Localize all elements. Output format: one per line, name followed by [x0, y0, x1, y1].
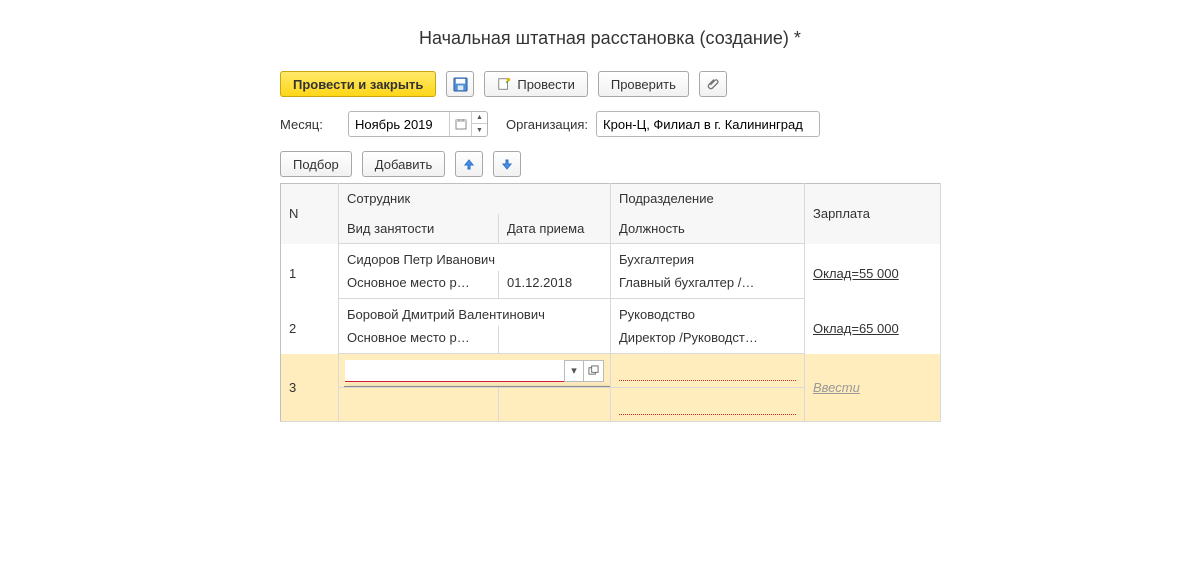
cell-position: Директор /Руководст…: [611, 326, 805, 354]
floppy-icon: [453, 77, 468, 92]
employee-table: N Сотрудник Подразделение Зарплата Вид з…: [280, 183, 941, 422]
employee-edit-cell[interactable]: ▾ Введите строку для поиска Нажмит: [345, 360, 604, 382]
arrow-up-icon: [463, 158, 475, 170]
pick-button[interactable]: Подбор: [280, 151, 352, 177]
cell-salary[interactable]: Оклад=55 000: [805, 244, 941, 299]
arrow-down-icon: [501, 158, 513, 170]
main-toolbar: Провести и закрыть Провести Проверить: [280, 71, 940, 97]
spinner-down-icon[interactable]: ▼: [472, 124, 487, 136]
month-field[interactable]: ▲ ▼: [348, 111, 488, 137]
add-button[interactable]: Добавить: [362, 151, 445, 177]
col-n[interactable]: N: [281, 184, 339, 244]
move-up-button[interactable]: [455, 151, 483, 177]
org-field[interactable]: [596, 111, 820, 137]
dropdown-toggle-button[interactable]: ▾: [564, 360, 584, 382]
cell-employment: Основное место р…: [339, 326, 499, 354]
cell-hire-date: [499, 326, 611, 354]
open-icon: [588, 365, 599, 376]
spinner-up-icon[interactable]: ▲: [472, 112, 487, 124]
org-input[interactable]: [597, 112, 819, 136]
month-label: Месяц:: [280, 117, 340, 132]
open-dialog-button[interactable]: [584, 360, 604, 382]
col-employee[interactable]: Сотрудник: [339, 184, 611, 214]
table-toolbar: Подбор Добавить: [280, 151, 940, 177]
cell-salary[interactable]: Оклад=65 000: [805, 299, 941, 354]
cell-position-edit[interactable]: [611, 388, 805, 422]
attach-button[interactable]: [699, 71, 727, 97]
cell-employee: Сидоров Петр Иванович: [339, 244, 611, 272]
cell-salary-edit[interactable]: Ввести: [805, 354, 941, 422]
cell-employee: Боровой Дмитрий Валентинович: [339, 299, 611, 327]
month-input[interactable]: [349, 112, 449, 136]
calendar-icon[interactable]: [449, 112, 471, 136]
post-button[interactable]: Провести: [484, 71, 588, 97]
col-salary[interactable]: Зарплата: [805, 184, 941, 244]
cell-department: Руководство: [611, 299, 805, 327]
post-icon: [497, 77, 511, 91]
page-title: Начальная штатная расстановка (создание)…: [280, 28, 940, 49]
cell-department-edit[interactable]: [611, 354, 805, 388]
paperclip-icon: [706, 77, 720, 91]
month-spinner[interactable]: ▲ ▼: [471, 112, 487, 136]
cell-n: 1: [281, 244, 339, 299]
cell-hire-date: 01.12.2018: [499, 271, 611, 299]
table-row-edit[interactable]: 3 ▾ Введи: [281, 354, 941, 388]
col-employment[interactable]: Вид занятости: [339, 214, 499, 244]
cell-department: Бухгалтерия: [611, 244, 805, 272]
save-button[interactable]: [446, 71, 474, 97]
cell-employment-edit[interactable]: [339, 388, 499, 422]
check-button[interactable]: Проверить: [598, 71, 689, 97]
cell-hire-date-edit[interactable]: [499, 388, 611, 422]
header-fields: Месяц: ▲ ▼ Организация:: [280, 111, 940, 137]
cell-n: 3: [281, 354, 339, 422]
cell-n: 2: [281, 299, 339, 354]
table-row[interactable]: 2 Боровой Дмитрий Валентинович Руководст…: [281, 299, 941, 327]
org-label: Организация:: [506, 117, 588, 132]
move-down-button[interactable]: [493, 151, 521, 177]
employee-search-input[interactable]: [345, 360, 564, 382]
table-row[interactable]: 1 Сидоров Петр Иванович Бухгалтерия Окла…: [281, 244, 941, 272]
chevron-down-icon: ▾: [571, 364, 577, 377]
col-position[interactable]: Должность: [611, 214, 805, 244]
col-hire-date[interactable]: Дата приема: [499, 214, 611, 244]
col-department[interactable]: Подразделение: [611, 184, 805, 214]
cell-employment: Основное место р…: [339, 271, 499, 299]
cell-position: Главный бухгалтер /…: [611, 271, 805, 299]
post-and-close-button[interactable]: Провести и закрыть: [280, 71, 436, 97]
